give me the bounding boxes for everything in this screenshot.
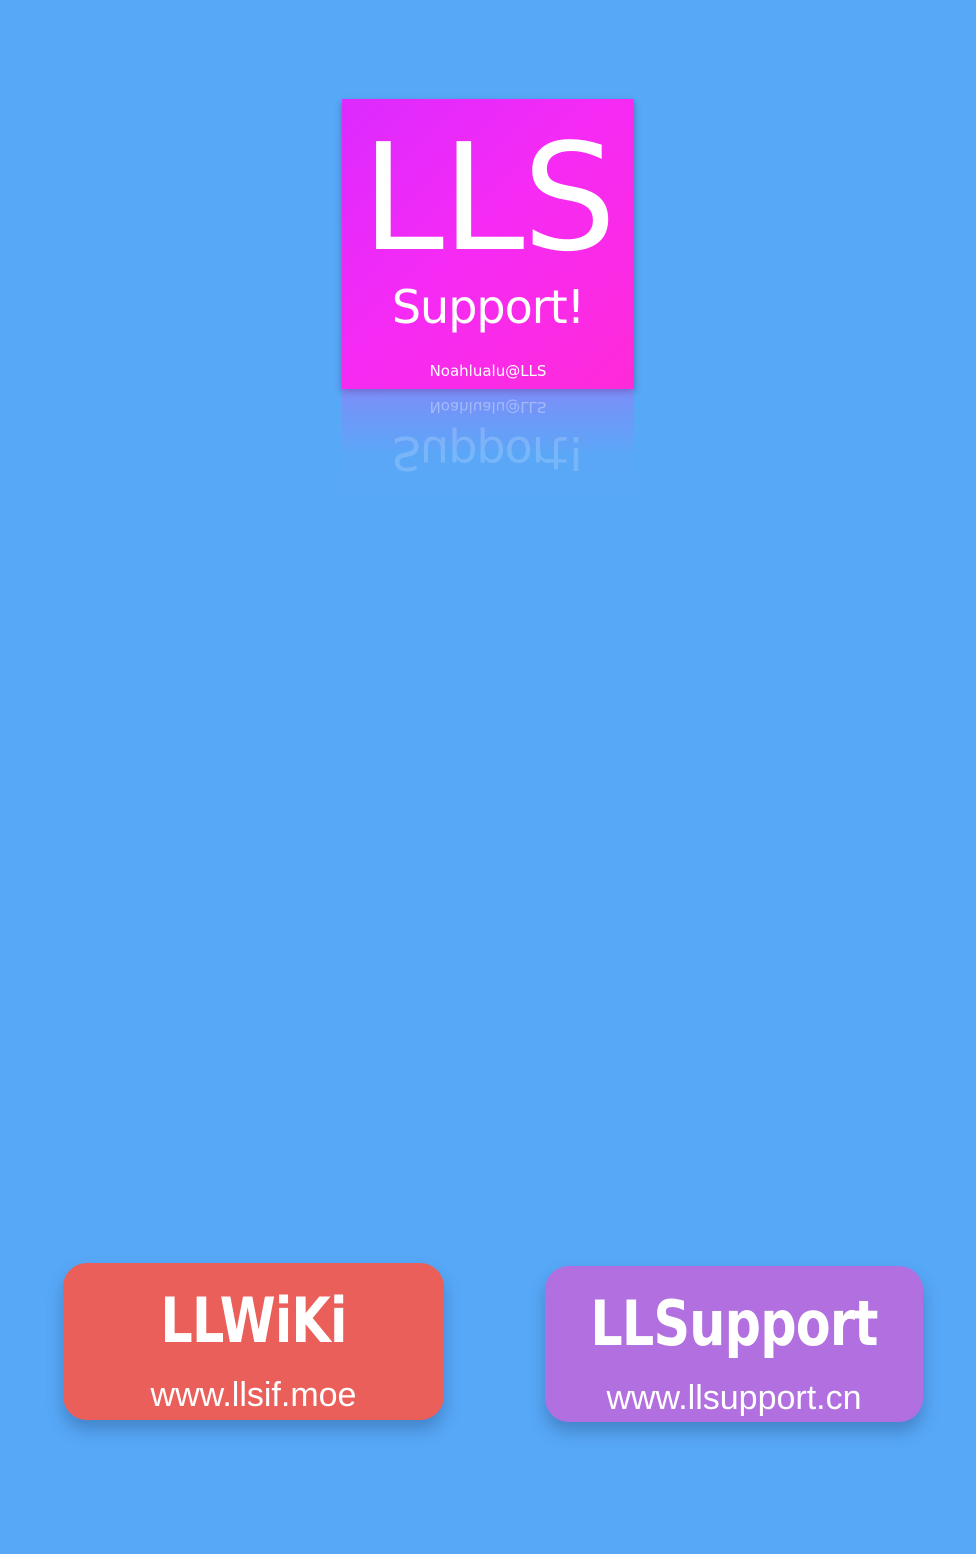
- llwiki-title: LLWiKi: [160, 1284, 347, 1357]
- llwiki-url: www.llsif.moe: [150, 1376, 357, 1414]
- logo-subtitle: Support!: [391, 280, 585, 334]
- logo-author: Noahlualu@LLS: [429, 362, 547, 380]
- app-logo: LLS Support! Noahlualu@LLS: [342, 99, 634, 389]
- app-screen: { "logo": { "title": "LLS", "subtitle": …: [0, 0, 976, 1554]
- llsupport-title: LLSupport: [590, 1287, 878, 1360]
- logo-title: LLS: [361, 112, 617, 284]
- llsupport-url: www.llsupport.cn: [606, 1379, 862, 1417]
- logo-reflection-author: Noahlualu@LLS: [429, 398, 547, 416]
- llwiki-link-button[interactable]: LLWiKi www.llsif.moe: [63, 1263, 444, 1420]
- llsupport-link-button[interactable]: LLSupport www.llsupport.cn: [545, 1266, 923, 1422]
- logo-reflection: Noahlualu@LLS Support!: [342, 389, 634, 499]
- lls-support-logo: LLS Support! Noahlualu@LLS: [342, 99, 634, 389]
- logo-reflection-subtitle: Support!: [391, 426, 585, 480]
